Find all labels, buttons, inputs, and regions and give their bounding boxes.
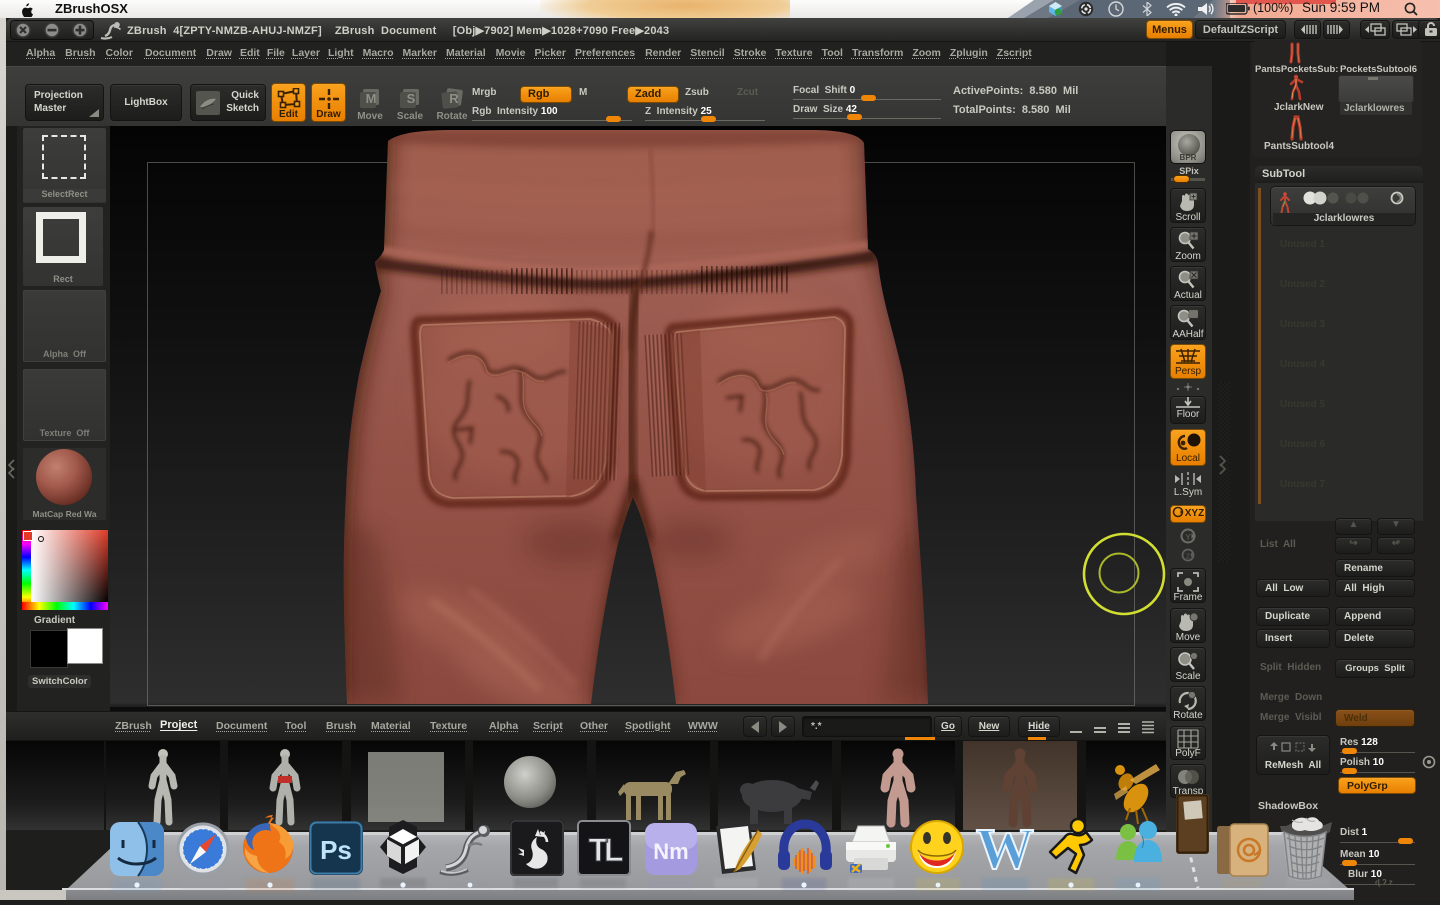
svg-text:TL: TL xyxy=(588,832,623,868)
svg-text:S: S xyxy=(407,91,416,106)
svg-text:Nm: Nm xyxy=(653,839,688,864)
svg-text:M: M xyxy=(366,91,377,106)
svg-text:W: W xyxy=(976,816,1034,881)
svg-text:Y: Y xyxy=(1185,533,1191,542)
svg-text:Ps: Ps xyxy=(320,835,352,865)
svg-text:R: R xyxy=(449,91,459,106)
svg-text:Z: Z xyxy=(1186,554,1191,561)
